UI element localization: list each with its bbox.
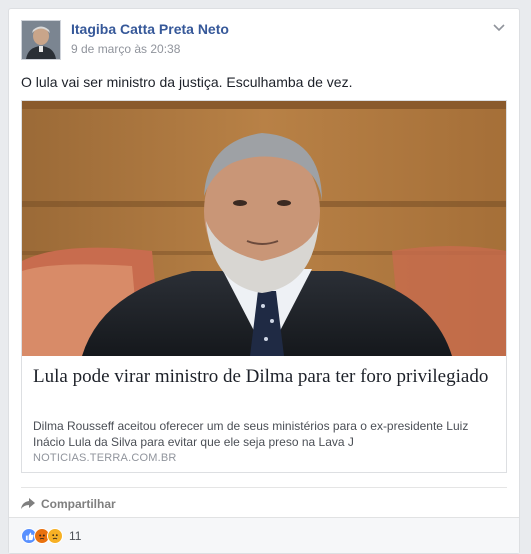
author-name-link[interactable]: Itagiba Catta Preta Neto [71, 21, 229, 37]
link-preview-domain: NOTICIAS.TERRA.COM.BR [33, 452, 177, 464]
author-avatar[interactable] [21, 20, 61, 60]
chevron-down-icon[interactable] [491, 20, 507, 36]
share-icon [21, 498, 35, 509]
post-timestamp[interactable]: 9 de março às 20:38 [71, 42, 180, 56]
reactions-bar: 11 [9, 517, 519, 553]
post-status-text: O lula vai ser ministro da justiça. Escu… [21, 74, 353, 90]
link-preview-description: Dilma Rousseff aceitou oferecer um de se… [33, 419, 469, 449]
post-card: Itagiba Catta Preta Neto 9 de março às 2… [8, 8, 520, 554]
post-header: Itagiba Catta Preta Neto 9 de março às 2… [21, 20, 507, 62]
reactions-summary[interactable]: 11 [21, 526, 81, 546]
share-button-label: Compartilhar [41, 497, 116, 511]
link-preview-card[interactable]: Lula pode virar ministro de Dilma para t… [21, 100, 507, 473]
reactions-count[interactable]: 11 [69, 529, 81, 543]
link-preview-image[interactable] [22, 101, 506, 356]
post-actions-bar: Compartilhar [21, 487, 507, 519]
share-button[interactable]: Compartilhar [21, 494, 116, 514]
link-preview-title[interactable]: Lula pode virar ministro de Dilma para t… [33, 366, 495, 388]
sad-icon [47, 528, 63, 544]
